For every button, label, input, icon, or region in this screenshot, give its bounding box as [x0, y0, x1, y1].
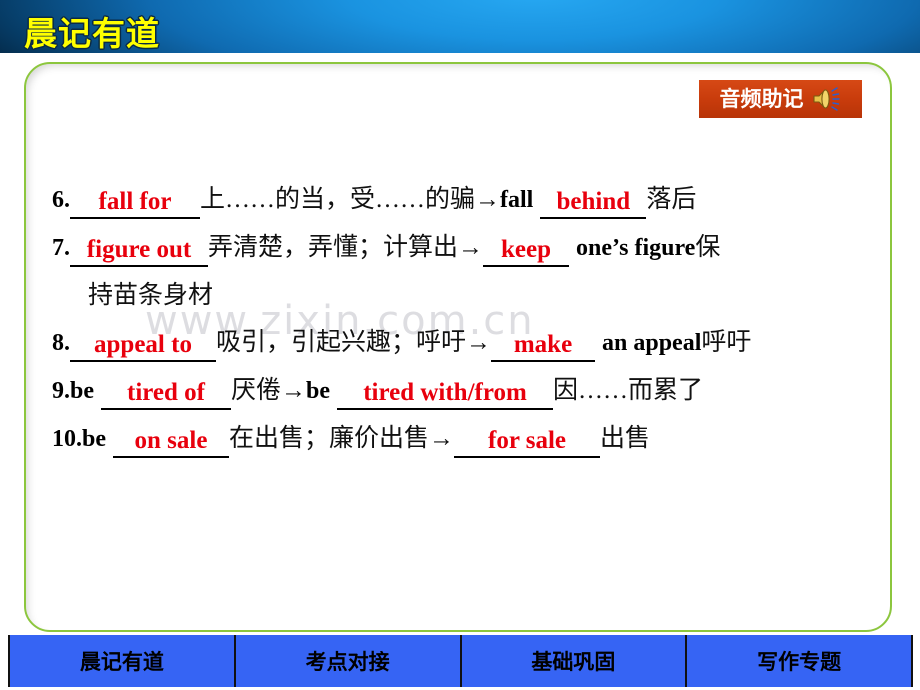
entry-line-7: 7. figure out 弄清楚，弄懂；计算出→ keep one’s figure保: [52, 224, 852, 272]
audio-button-label: 音频助记: [719, 86, 804, 111]
entry-number: 6.: [52, 187, 70, 213]
answer-blank[interactable]: fall for: [70, 187, 200, 219]
audio-mnemonic-button[interactable]: 音频助记: [699, 80, 862, 118]
answer-blank[interactable]: keep: [483, 235, 570, 267]
answer-blank[interactable]: appeal to: [70, 330, 216, 362]
answer-blank[interactable]: make: [491, 330, 596, 362]
entry-tail-cn: 保: [695, 234, 721, 261]
nav-tab-kaodian-duijie[interactable]: 考点对接: [236, 635, 462, 687]
entry-number: 10.: [52, 426, 82, 452]
entry-tail-cn: 因……而累了: [553, 377, 704, 404]
bottom-nav: 晨记有道 考点对接 基础巩固 写作专题: [8, 635, 913, 687]
entry-tail: one’s figure: [576, 235, 696, 261]
entry-text: 上……的当，受……的骗→: [200, 186, 501, 213]
entry-line-7-wrap: 持苗条身材: [52, 272, 852, 319]
entry-tail-cn: 出售: [600, 425, 651, 452]
entry-line-6: 6. fall for 上……的当，受……的骗→fall behind 落后: [52, 176, 852, 224]
header-banner: 晨记有道: [0, 0, 920, 53]
answer-blank[interactable]: tired of: [101, 378, 231, 410]
speaker-icon: [812, 86, 842, 112]
entry-text: 吸引，引起兴趣；呼吁→: [216, 329, 492, 356]
nav-tab-chenji-youdao[interactable]: 晨记有道: [10, 635, 236, 687]
entry-number: 8.: [52, 330, 70, 356]
entry-list: 6. fall for 上……的当，受……的骗→fall behind 落后 7. fig…: [52, 176, 852, 463]
entry-text: 弄清楚，弄懂；计算出→: [208, 234, 484, 261]
entry-line-10: 10.be on sale 在出售；廉价出售→ for sale 出售: [52, 415, 852, 463]
entry-line-9: 9.be tired of 厌倦→be tired with/from 因……而累了: [52, 367, 852, 415]
nav-tab-jichu-gonggu[interactable]: 基础巩固: [462, 635, 688, 687]
entry-wrap-text: 持苗条身材: [88, 282, 214, 309]
entry-tail-cn: 呼吁: [701, 329, 752, 356]
entry-tail: an appeal: [602, 330, 702, 356]
answer-blank[interactable]: tired with/from: [337, 378, 554, 410]
entry-lead: be: [306, 378, 331, 404]
entry-lead: be: [82, 426, 106, 452]
page-title: 晨记有道: [24, 14, 160, 53]
entry-lead: fall: [500, 187, 534, 213]
entry-text: 厌倦→: [231, 377, 307, 404]
entry-number: 7.: [52, 235, 70, 261]
entry-lead: be: [70, 378, 94, 404]
entry-number: 9.: [52, 378, 70, 404]
answer-blank[interactable]: figure out: [70, 235, 208, 267]
answer-blank[interactable]: behind: [540, 187, 647, 219]
entry-tail: 落后: [646, 186, 697, 213]
answer-blank[interactable]: on sale: [113, 426, 229, 458]
answer-blank[interactable]: for sale: [454, 426, 601, 458]
entry-line-8: 8. appeal to 吸引，引起兴趣；呼吁→ make an appeal呼吁: [52, 319, 852, 367]
entry-text: 在出售；廉价出售→: [229, 425, 455, 452]
nav-tab-xiezuo-zhuanti[interactable]: 写作专题: [687, 635, 911, 687]
